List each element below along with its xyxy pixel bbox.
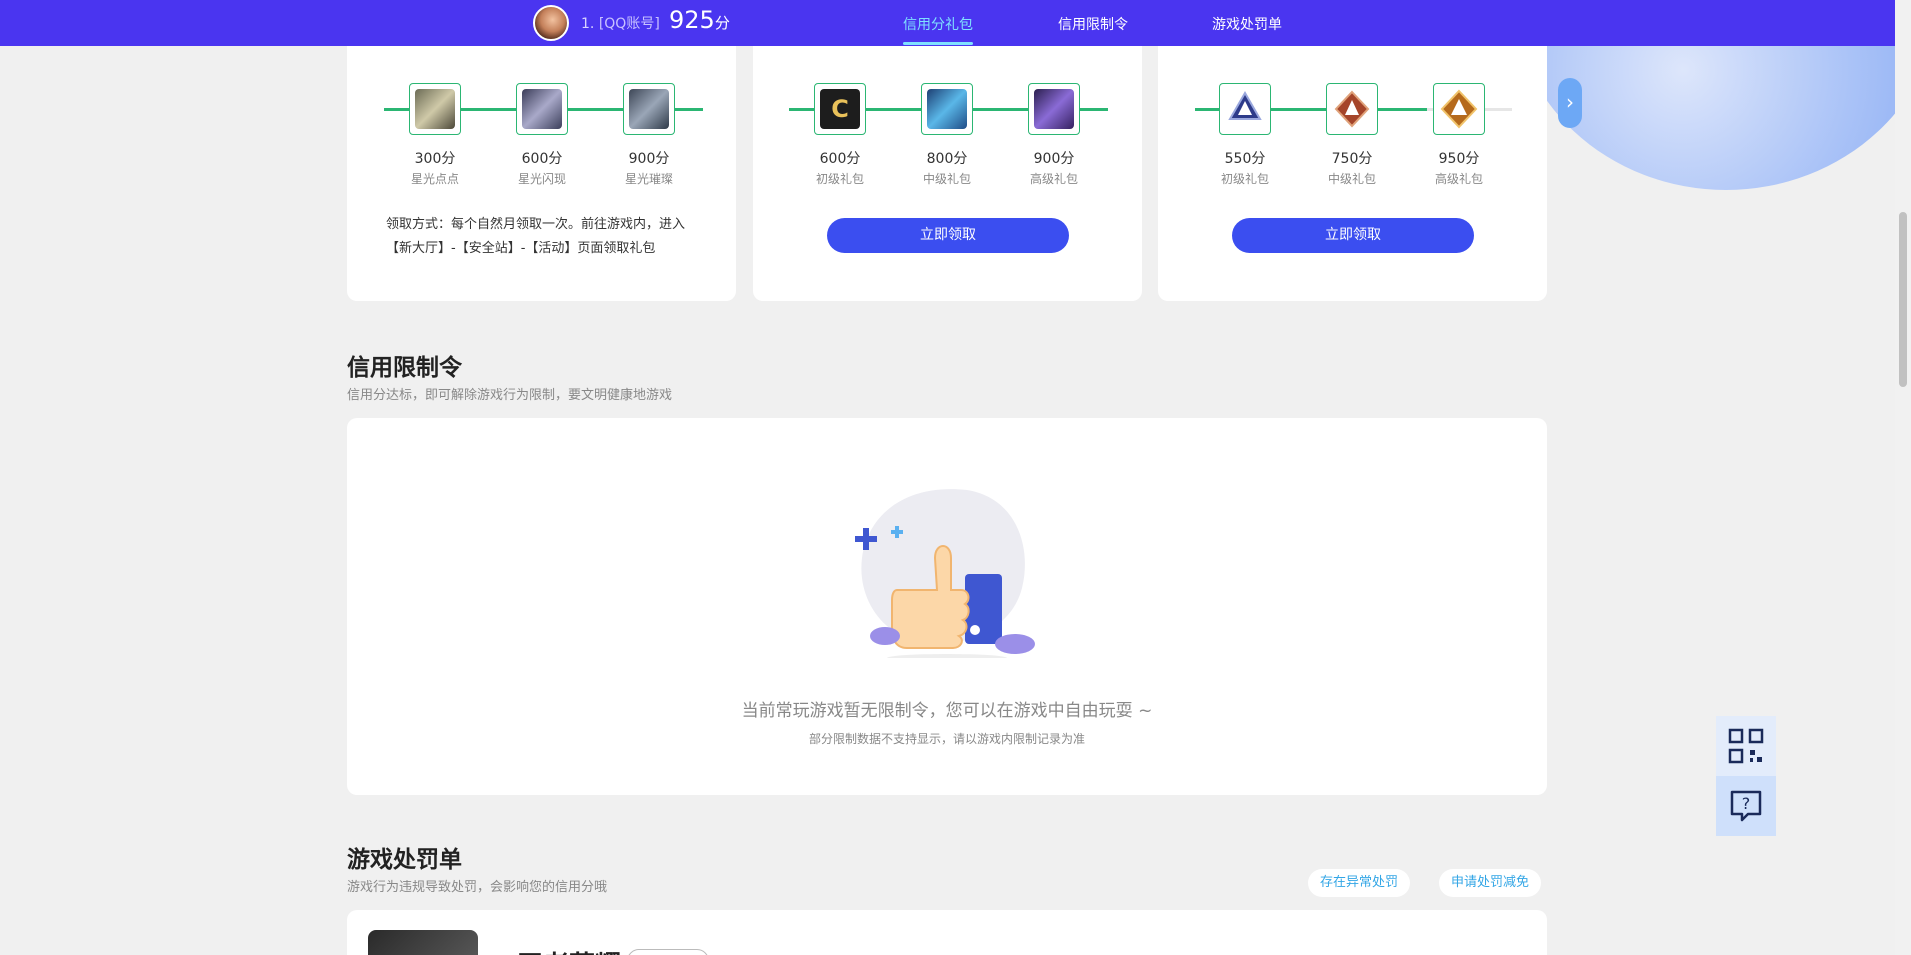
item-name: 星光闪现 bbox=[517, 172, 566, 186]
qr-code-icon bbox=[1728, 728, 1764, 764]
tab-credit-restrictions[interactable]: 信用限制令 bbox=[1058, 14, 1128, 34]
carousel-next-button[interactable]: › bbox=[1558, 78, 1582, 128]
blue-rank-badge-icon bbox=[1225, 89, 1265, 129]
item-score: 550分 bbox=[1224, 151, 1266, 167]
item-name: 星光点点 bbox=[410, 172, 459, 186]
tab-credit-gift[interactable]: 信用分礼包 bbox=[903, 14, 973, 34]
gift-item-box[interactable] bbox=[1028, 83, 1080, 135]
feedback-button[interactable]: ? bbox=[1716, 776, 1776, 836]
item-name: 星光璀璨 bbox=[624, 172, 673, 186]
empty-restrictions-note: 部分限制数据不支持显示，请以游戏内限制记录为准 bbox=[808, 732, 1085, 746]
item-name: 初级礼包 bbox=[1220, 172, 1269, 186]
gift-item-box[interactable] bbox=[516, 83, 568, 135]
item-name: 初级礼包 bbox=[815, 172, 864, 186]
claim-now-button[interactable]: 立即领取 bbox=[827, 218, 1069, 253]
item-name: 高级礼包 bbox=[1434, 172, 1483, 186]
starlight-dots-icon bbox=[415, 89, 455, 129]
item-score: 900分 bbox=[628, 151, 670, 167]
section-title-restrictions: 信用限制令 bbox=[347, 355, 462, 381]
scrollbar-track[interactable] bbox=[1895, 0, 1911, 955]
user-account: 1. [QQ账号] bbox=[581, 13, 660, 33]
user-rank: 1. bbox=[581, 16, 595, 32]
item-score: 600分 bbox=[521, 151, 563, 167]
svg-text:?: ? bbox=[1742, 794, 1751, 813]
gift-item-box[interactable] bbox=[1433, 83, 1485, 135]
item-score: 800分 bbox=[926, 151, 968, 167]
active-tab-indicator bbox=[903, 42, 973, 45]
gift-item-box[interactable] bbox=[921, 83, 973, 135]
supply-crate-icon bbox=[1034, 89, 1074, 129]
gift-item-box[interactable] bbox=[409, 83, 461, 135]
starlight-brilliant-icon bbox=[629, 89, 669, 129]
claim-now-button[interactable]: 立即领取 bbox=[1232, 218, 1474, 253]
item-score: 600分 bbox=[819, 151, 861, 167]
restrictions-card: 当前常玩游戏暂无限制令，您可以在游戏中自由玩耍 ~ 部分限制数据不支持显示，请以… bbox=[347, 418, 1547, 795]
gift-item-box[interactable] bbox=[623, 83, 675, 135]
item-score: 950分 bbox=[1438, 151, 1480, 167]
item-name: 中级礼包 bbox=[1327, 172, 1376, 186]
pubg-c-badge-icon: C bbox=[820, 89, 860, 129]
claim-instructions: 领取方式：每个自然月领取一次。前往游戏内，进入【新大厅】-【安全站】-【活动】页… bbox=[386, 217, 686, 256]
item-name: 中级礼包 bbox=[922, 172, 971, 186]
help-chat-icon: ? bbox=[1730, 790, 1762, 822]
item-score: 300分 bbox=[414, 151, 456, 167]
tab-game-penalties[interactable]: 游戏处罚单 bbox=[1212, 14, 1282, 34]
game-thumbnail bbox=[368, 930, 478, 955]
gift-item-box[interactable] bbox=[1326, 83, 1378, 135]
abnormal-penalty-button[interactable]: 存在异常处罚 bbox=[1308, 869, 1411, 897]
starlight-flash-icon bbox=[522, 89, 562, 129]
scrollbar-thumb[interactable] bbox=[1899, 212, 1907, 387]
avatar[interactable] bbox=[533, 5, 569, 41]
item-score: 900分 bbox=[1033, 151, 1075, 167]
score-value: 925 bbox=[669, 6, 715, 34]
top-nav-bar: 1. [QQ账号] 925分 信用分礼包 信用限制令 游戏处罚单 bbox=[0, 0, 1895, 46]
apply-penalty-reduction-button[interactable]: 申请处罚减免 bbox=[1439, 869, 1542, 897]
credit-score: 925分 bbox=[669, 6, 730, 34]
item-score: 750分 bbox=[1331, 151, 1373, 167]
chevron-right-icon: › bbox=[1566, 90, 1574, 114]
gift-item-box[interactable] bbox=[1219, 83, 1271, 135]
item-name: 高级礼包 bbox=[1029, 172, 1078, 186]
section-subtitle-penalties: 游戏行为违规导致处罚，会影响您的信用分哦 bbox=[347, 880, 608, 895]
gift-item-box[interactable]: C bbox=[814, 83, 866, 135]
account-label: [QQ账号] bbox=[598, 16, 660, 32]
section-subtitle-restrictions: 信用分达标，即可解除游戏行为限制，要文明健康地游戏 bbox=[347, 388, 673, 403]
penalty-list-card: 王者荣耀 bbox=[347, 910, 1547, 955]
bronze-rank-badge-icon bbox=[1332, 89, 1372, 129]
section-title-penalties: 游戏处罚单 bbox=[347, 847, 462, 873]
thumbs-up-illustration bbox=[855, 489, 1035, 658]
penalty-game-title: 王者荣耀 bbox=[517, 945, 621, 955]
empty-restrictions-message: 当前常玩游戏暂无限制令，您可以在游戏中自由玩耍 ~ bbox=[741, 701, 1153, 721]
gold-rank-badge-icon bbox=[1439, 89, 1479, 129]
penalty-status-badge bbox=[627, 949, 709, 955]
weapon-skin-icon bbox=[927, 89, 967, 129]
qr-code-button[interactable] bbox=[1716, 716, 1776, 776]
score-unit: 分 bbox=[714, 14, 730, 32]
